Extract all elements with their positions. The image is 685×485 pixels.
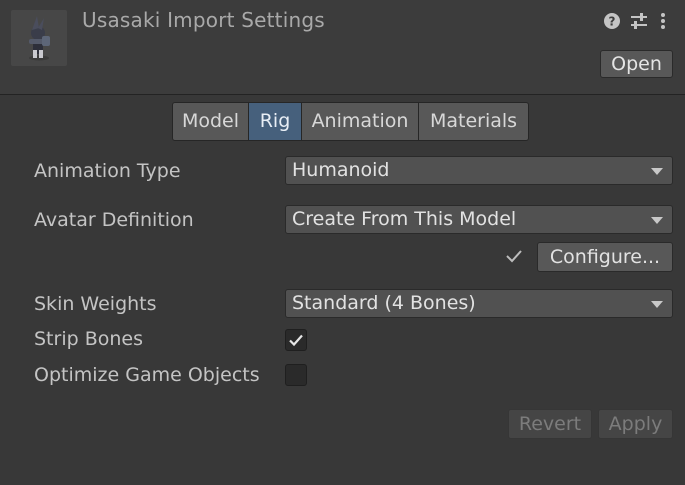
chevron-down-icon [651, 301, 663, 308]
animation-type-value: Humanoid [292, 159, 390, 181]
svg-text:?: ? [609, 15, 616, 29]
help-icon[interactable]: ? [602, 11, 622, 31]
tab-rig[interactable]: Rig [248, 102, 302, 141]
skin-weights-value: Standard (4 Bones) [292, 292, 476, 314]
chevron-down-icon [651, 217, 663, 224]
animation-type-dropdown[interactable]: Humanoid [285, 156, 673, 185]
page-title: Usasaki Import Settings [82, 8, 325, 32]
optimize-game-objects-label: Optimize Game Objects [34, 364, 260, 386]
tab-model[interactable]: Model [172, 102, 249, 141]
avatar-definition-value: Create From This Model [292, 208, 517, 230]
skin-weights-dropdown[interactable]: Standard (4 Bones) [285, 289, 673, 318]
more-menu-icon[interactable] [657, 11, 669, 31]
inspector-header: Usasaki Import Settings ? Open [0, 0, 685, 95]
avatar-definition-label: Avatar Definition [34, 209, 194, 231]
tab-materials[interactable]: Materials [418, 102, 529, 141]
configure-button[interactable]: Configure... [537, 242, 673, 272]
strip-bones-checkbox[interactable] [285, 329, 307, 351]
presets-icon[interactable] [629, 11, 649, 31]
tab-bar: Model Rig Animation Materials [172, 102, 529, 141]
avatar-definition-dropdown[interactable]: Create From This Model [285, 205, 673, 234]
optimize-game-objects-checkbox[interactable] [285, 364, 307, 386]
tab-animation[interactable]: Animation [301, 102, 419, 141]
revert-button[interactable]: Revert [508, 409, 592, 439]
chevron-down-icon [651, 168, 663, 175]
open-button[interactable]: Open [600, 50, 673, 78]
checkmark-icon [289, 334, 303, 347]
animation-type-label: Animation Type [34, 160, 181, 182]
strip-bones-label: Strip Bones [34, 328, 143, 350]
skin-weights-label: Skin Weights [34, 293, 157, 315]
apply-button[interactable]: Apply [598, 409, 673, 439]
model-preview-thumbnail [11, 10, 67, 66]
avatar-valid-check-icon [506, 250, 522, 263]
